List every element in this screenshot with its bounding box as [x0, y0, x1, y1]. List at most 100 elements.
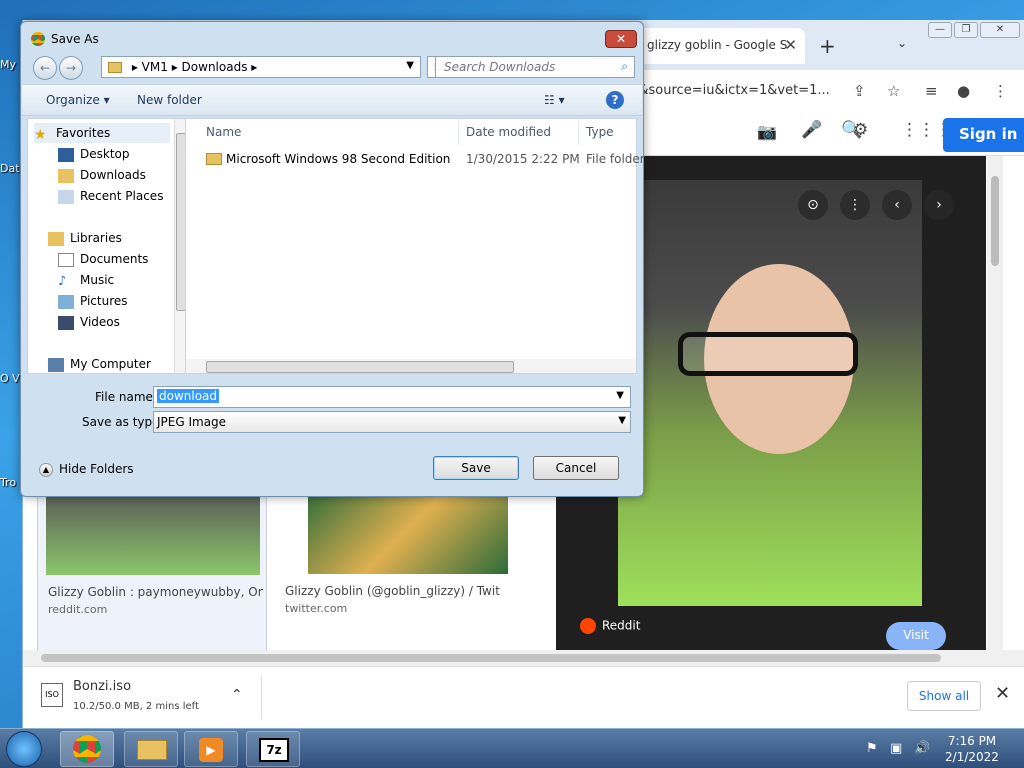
start-button[interactable]: [6, 731, 42, 767]
star-icon: ★: [34, 126, 47, 143]
bookmark-star-icon[interactable]: ☆: [887, 82, 900, 100]
result-thumbnail: [308, 486, 508, 574]
column-divider: [578, 119, 579, 145]
nav-label: Recent Places: [80, 189, 164, 203]
close-window-button[interactable]: ✕: [980, 22, 1020, 38]
documents-icon: [58, 252, 74, 267]
taskbar-7zip[interactable]: 7z: [246, 731, 300, 767]
file-row[interactable]: Microsoft Windows 98 Second Edition - ..…: [186, 149, 645, 169]
folder-icon: [206, 153, 222, 165]
address-bar[interactable]: ch&source=iu&ictx=1&vet=1...: [623, 80, 853, 104]
clock[interactable]: 7:16 PM 2/1/2022: [940, 733, 1004, 765]
result-card-twitter[interactable]: Glizzy Goblin (@goblin_glizzy) / Twitter…: [275, 486, 508, 654]
chevron-down-icon[interactable]: ▼: [406, 60, 414, 71]
back-icon[interactable]: ←: [33, 56, 57, 80]
organize-label: Organize: [46, 93, 100, 107]
file-name-value: download: [157, 389, 220, 403]
preview-source[interactable]: Reddit: [580, 618, 640, 634]
desktop-icon-my[interactable]: My: [0, 58, 22, 71]
desktop-icon-ov[interactable]: O V: [0, 372, 22, 385]
file-list-hscrollbar-thumb[interactable]: [206, 361, 514, 373]
lens-icon[interactable]: ⊙: [798, 190, 828, 220]
profile-icon[interactable]: ●: [957, 82, 970, 100]
visit-button[interactable]: Visit: [886, 622, 946, 650]
column-type[interactable]: Type: [586, 125, 614, 139]
file-name-input[interactable]: download ▼: [153, 386, 631, 408]
more-options-icon[interactable]: ⋮: [840, 190, 870, 220]
hide-folders-toggle[interactable]: ▲ Hide Folders: [39, 462, 134, 477]
minimize-button[interactable]: —: [928, 22, 952, 38]
pictures-icon: [58, 294, 74, 309]
chevron-down-icon[interactable]: ▼: [618, 415, 626, 426]
result-card-reddit[interactable]: Glizzy Goblin : paymoneywubby, Onl... re…: [37, 486, 267, 654]
new-folder-button[interactable]: New folder: [137, 93, 202, 107]
result-title: Glizzy Goblin : paymoneywubby, Onl...: [48, 585, 263, 599]
dialog-close-button[interactable]: ✕: [605, 30, 637, 48]
chevron-down-icon[interactable]: ▼: [614, 390, 626, 401]
desktop-icon-tro[interactable]: Tro: [0, 476, 22, 489]
folder-icon: [108, 62, 122, 73]
breadcrumb-vm1[interactable]: VM1: [142, 60, 168, 74]
nav-label: Favorites: [56, 126, 111, 140]
view-options-icon[interactable]: ☷ ▾: [544, 93, 565, 107]
volume-icon[interactable]: 🔊: [914, 741, 930, 756]
organize-button[interactable]: Organize ▾: [46, 93, 110, 107]
taskbar: ▶ 7z ⚑ ▣ 🔊 7:16 PM 2/1/2022: [0, 728, 1024, 768]
desktop-icon: [58, 147, 74, 162]
taskbar-chrome[interactable]: [60, 731, 114, 767]
tab-close-icon[interactable]: ✕: [784, 36, 797, 54]
settings-gear-icon[interactable]: ⚙: [853, 120, 868, 140]
forward-icon[interactable]: →: [59, 56, 83, 80]
mic-icon[interactable]: 🎤: [801, 120, 822, 140]
breadcrumb-sep-icon: ▸: [131, 60, 142, 74]
navigation-pane: ★ Favorites Desktop Downloads Recent Plac…: [27, 118, 186, 374]
reading-list-icon[interactable]: ≡: [925, 82, 938, 100]
breadcrumb[interactable]: ▸ VM1 ▸ Downloads ▸ ▼: [101, 56, 421, 78]
tab-search-chevron-icon[interactable]: ⌄: [897, 36, 907, 50]
preview-image[interactable]: [618, 180, 922, 606]
tab-glizzy-goblin[interactable]: glizzy goblin - Google S ✕: [635, 28, 805, 64]
save-button[interactable]: Save: [433, 456, 519, 480]
previous-icon[interactable]: ‹: [882, 190, 912, 220]
nav-label: Music: [80, 273, 115, 287]
nav-favorites[interactable]: ★ Favorites: [34, 123, 170, 143]
result-source: twitter.com: [285, 602, 348, 615]
chevron-up-icon: ▲: [39, 462, 53, 477]
next-icon[interactable]: ›: [924, 190, 954, 220]
desktop-icon-dat[interactable]: Dat: [0, 162, 22, 175]
chevron-up-icon[interactable]: ⌃: [231, 687, 243, 703]
file-name-label: File name:: [95, 390, 157, 404]
help-icon[interactable]: ?: [606, 91, 624, 109]
nav-label: Pictures: [80, 294, 128, 308]
breadcrumb-downloads[interactable]: Downloads: [182, 60, 248, 74]
save-as-type-select[interactable]: JPEG Image ▼: [153, 411, 631, 433]
search-input[interactable]: Search Downloads ⌕: [435, 56, 635, 78]
nav-label: Libraries: [70, 231, 122, 245]
result-source: reddit.com: [48, 603, 108, 616]
horizontal-scrollbar-thumb[interactable]: [41, 654, 941, 662]
share-icon[interactable]: ⇪: [853, 82, 866, 100]
maximize-button[interactable]: ❐: [954, 22, 978, 38]
hide-folders-label: Hide Folders: [59, 462, 134, 476]
close-icon[interactable]: ✕: [995, 683, 1010, 704]
taskbar-media-player[interactable]: ▶: [184, 731, 238, 767]
libraries-icon: [48, 231, 64, 246]
chrome-icon: [73, 735, 101, 763]
camera-icon[interactable]: 📷: [757, 122, 777, 141]
cancel-button[interactable]: Cancel: [533, 456, 619, 480]
column-name[interactable]: Name: [206, 125, 241, 139]
vertical-scrollbar-thumb[interactable]: [991, 176, 999, 266]
download-filename[interactable]: Bonzi.iso: [73, 679, 131, 694]
file-date: 1/30/2015 2:22 PM: [466, 152, 580, 166]
taskbar-explorer[interactable]: [124, 731, 178, 767]
sign-in-button[interactable]: Sign in: [943, 118, 1024, 152]
menu-kebab-icon[interactable]: ⋮: [993, 82, 1008, 100]
show-all-button[interactable]: Show all: [907, 681, 981, 711]
column-date-modified[interactable]: Date modified: [466, 125, 551, 139]
network-icon[interactable]: ▣: [890, 741, 902, 756]
action-center-icon[interactable]: ⚑: [866, 741, 878, 756]
new-tab-icon[interactable]: +: [819, 34, 836, 58]
folder-icon: [137, 740, 167, 760]
nav-label: Desktop: [80, 147, 130, 161]
clock-time: 7:16 PM: [947, 734, 997, 748]
